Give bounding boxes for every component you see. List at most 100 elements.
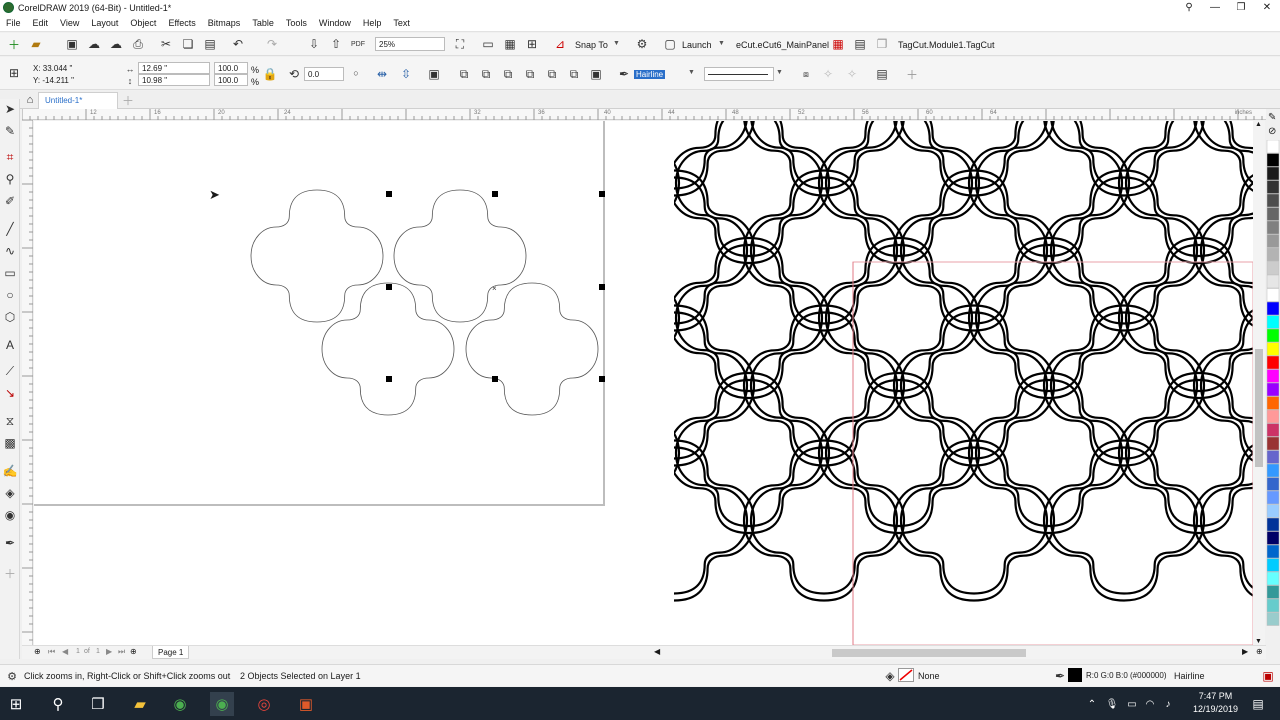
lock-ratio-icon[interactable]: 🔒 [262,66,278,82]
wrap-text-icon[interactable]: ⧈ [798,66,814,82]
palette-swatch[interactable] [1266,301,1280,316]
palette-swatch[interactable] [1266,450,1280,464]
guidelines-icon[interactable]: ⊞ [524,36,540,52]
palette-swatch[interactable] [1266,409,1280,424]
selection-handle[interactable] [599,284,605,290]
interactive-fill-tool-icon[interactable]: ◈ [2,485,18,501]
palette-swatch[interactable] [1266,328,1280,343]
menu-help[interactable]: Help [357,18,388,28]
save-icon[interactable]: ▣ [64,36,80,52]
app-taskbar-icon[interactable]: ▣ [294,692,318,716]
palette-swatch[interactable] [1266,180,1280,194]
upload-cloud-icon[interactable]: ☁ [86,36,102,52]
artistic-media-tool-icon[interactable]: ╱ [2,221,18,237]
windows-start-icon[interactable]: ⊞ [4,692,28,716]
palette-swatch[interactable] [1266,274,1280,289]
palette-swatch[interactable] [1266,247,1280,262]
vertical-scrollbar[interactable]: ▲ ▼ [1253,121,1265,645]
system-clock[interactable]: 7:47 PM 12/19/2019 [1193,690,1238,716]
fill-none-swatch-icon[interactable] [898,668,914,682]
menu-object[interactable]: Object [124,18,162,28]
page-area[interactable]: × [34,121,605,506]
text-tool-icon[interactable]: A [2,337,18,353]
menu-tools[interactable]: Tools [280,18,313,28]
selection-handle[interactable] [492,191,498,197]
export-icon[interactable]: ⇧ [328,36,344,52]
palette-swatch[interactable] [1266,261,1280,275]
intersect-icon[interactable]: ⧉ [500,66,516,82]
weld-icon[interactable]: ⧉ [456,66,472,82]
palette-swatch[interactable] [1266,166,1280,181]
outline-width-dropdown-icon[interactable]: ▼ [688,69,695,76]
selected-shapes[interactable] [250,189,599,416]
palette-swatch[interactable] [1266,355,1280,370]
welcome-home-icon[interactable]: ⌂ [22,92,38,108]
palette-swatch[interactable] [1266,598,1280,613]
palette-swatch[interactable] [1266,193,1280,208]
create-boundary-icon[interactable]: ▣ [588,66,604,82]
current-page-number[interactable]: 1 [76,648,80,655]
selection-handle[interactable] [599,376,605,382]
lantern-shape[interactable] [393,189,527,323]
bezier-tool-icon[interactable]: ∿ [2,243,18,259]
scroll-down-icon[interactable]: ▼ [1255,638,1262,645]
menu-layout[interactable]: Layout [85,18,124,28]
freehand-tool-icon[interactable]: ✐ [2,193,18,209]
horizontal-ruler[interactable]: 12 16 20 24 32 36 40 44 48 52 56 60 64 i… [21,109,1266,120]
import-icon[interactable]: ⇩ [306,36,322,52]
palette-swatch[interactable] [1266,531,1280,545]
zoom-to-page-icon[interactable]: ⛶ [452,36,468,52]
transparency-tool-icon[interactable]: ▩ [2,435,18,451]
taskbar-search-icon[interactable]: ⚲ [46,692,70,716]
next-page-icon[interactable]: ▶ [106,647,112,656]
palette-swatch[interactable] [1266,423,1280,437]
palette-swatch[interactable] [1266,382,1280,397]
no-color-swatch-icon[interactable]: ⊘ [1268,126,1276,137]
open-icon[interactable]: ▰ [28,36,44,52]
rotate-icon[interactable]: ⟲ [286,66,302,82]
add-page-icon[interactable]: ⊕ [130,647,137,656]
ecut-macro-button[interactable]: eCut.eCut6_MainPanel [736,40,829,50]
fill-bucket-icon[interactable]: ◈ [882,668,898,684]
color-proof-icon[interactable]: ▣ [1260,668,1276,684]
back-minus-front-icon[interactable]: ⧉ [566,66,582,82]
y-position-field[interactable]: Y: -14.211 " [30,74,114,86]
palette-swatch[interactable] [1266,396,1280,410]
pick-tool-icon[interactable]: ➤ [2,101,18,117]
outline-pen-icon[interactable]: ✒ [616,66,632,82]
previous-page-icon[interactable]: ◀ [62,647,68,656]
launch-label[interactable]: Launch [682,40,712,50]
outline-width-field[interactable]: Hairline [634,67,686,81]
outline-pen-status-icon[interactable]: ✒ [1052,668,1068,684]
menu-effects[interactable]: Effects [162,18,201,28]
outline-pen-tool-icon[interactable]: ✒ [2,535,18,551]
tagcut-macro-button[interactable]: TagCut.Module1.TagCut [898,40,995,50]
copy-icon[interactable]: ❏ [180,36,196,52]
palette-swatch[interactable] [1266,207,1280,221]
undo-icon[interactable]: ↶ [230,36,246,52]
last-page-icon[interactable]: ⏭ [118,647,125,657]
snap-icon[interactable]: ⊿ [552,36,568,52]
lantern-shape[interactable] [465,282,599,416]
lantern-shape[interactable] [250,189,384,323]
redo-icon[interactable]: ↷ [264,36,280,52]
line-style-dropdown-icon[interactable]: ▼ [776,69,783,76]
crop-tool-icon[interactable]: ⌗ [2,149,18,165]
menu-bitmaps[interactable]: Bitmaps [202,18,247,28]
tab-untitled-1[interactable]: Untitled-1* [38,92,118,109]
mirror-horizontal-icon[interactable]: ⇹ [374,66,390,82]
file-explorer-icon[interactable]: ▰ [128,692,152,716]
maximize-button[interactable]: ❐ [1228,0,1254,15]
selection-handle[interactable] [386,191,392,197]
page-options-icon[interactable]: ⊕ [34,647,41,656]
polygon-tool-icon[interactable]: ⬡ [2,309,18,325]
align-distribute-icon[interactable]: ▤ [874,66,890,82]
palette-swatch[interactable] [1266,342,1280,356]
volume-icon[interactable]: ♪ [1156,692,1180,716]
application-launcher-icon[interactable]: ▢ [662,36,678,52]
macro-layers-icon[interactable]: ❐ [874,36,890,52]
scroll-left-icon[interactable]: ◀ [654,647,660,656]
grid-icon[interactable]: ▦ [502,36,518,52]
shape-tool-icon[interactable]: ✎ [2,123,18,139]
outline-color-swatch[interactable] [1068,668,1082,682]
